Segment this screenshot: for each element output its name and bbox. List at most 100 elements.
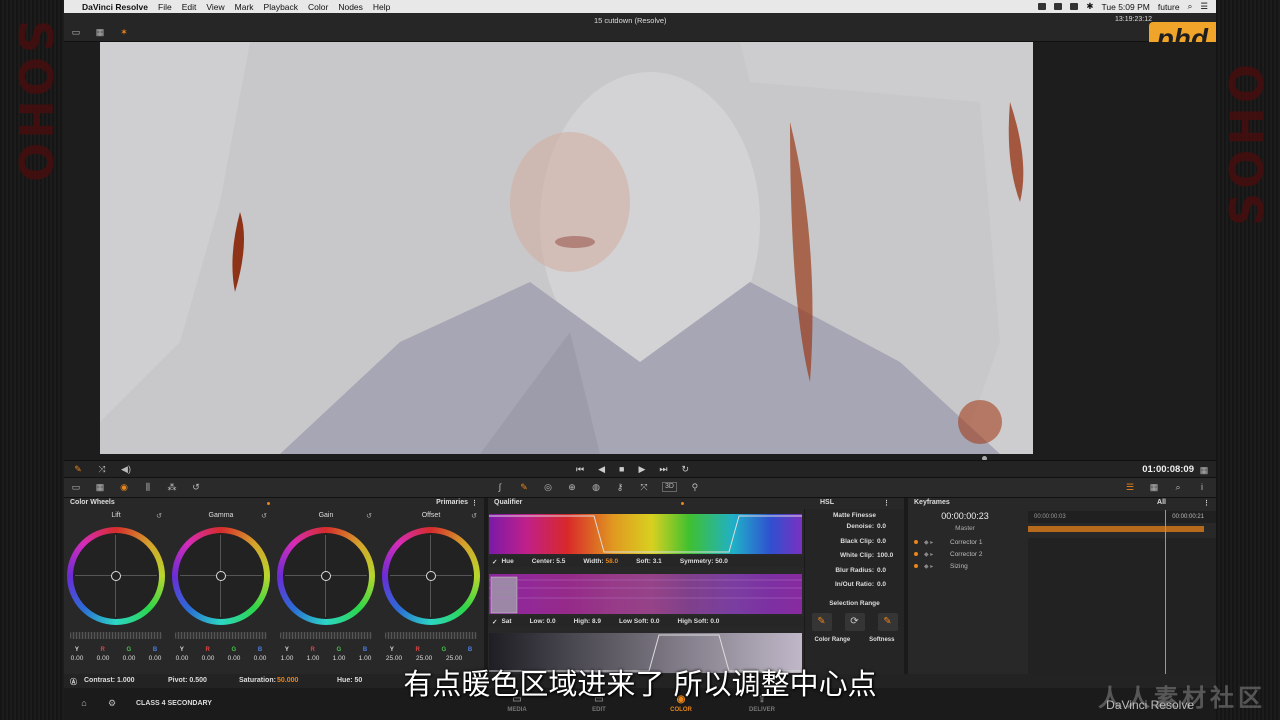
project-title[interactable]: 15 cutdown (Resolve): [594, 16, 667, 25]
row-value[interactable]: 100.0: [877, 552, 893, 559]
sat-low-soft[interactable]: Low Soft: 0.0: [619, 618, 659, 625]
options-icon[interactable]: ⋮: [471, 499, 478, 507]
magic-wand-icon[interactable]: ✶: [118, 27, 130, 37]
camera-raw-icon[interactable]: ▭: [70, 482, 82, 492]
status-icon[interactable]: [1054, 3, 1063, 10]
keyframe-ruler[interactable]: 00:00:00:03 00:00:00:21: [1028, 511, 1216, 523]
wheel-puck[interactable]: [426, 571, 436, 581]
curves-icon[interactable]: ∫: [494, 482, 506, 492]
3d-button[interactable]: 3D: [662, 482, 677, 492]
sat-high[interactable]: High: 8.9: [574, 618, 601, 625]
audio-icon[interactable]: ◀): [120, 464, 132, 474]
reset-icon[interactable]: ↺: [156, 512, 162, 520]
eyedropper-icon[interactable]: ✎: [811, 612, 832, 631]
gamma-wheel[interactable]: [172, 527, 270, 625]
wheel-puck[interactable]: [216, 571, 226, 581]
zoom-icon[interactable]: ⌕: [1172, 482, 1184, 492]
play-icon[interactable]: ▶: [638, 464, 645, 475]
stabilizer-icon[interactable]: ⚲: [689, 482, 701, 492]
hue-width-value[interactable]: 58.0: [606, 558, 619, 565]
black-clip-row[interactable]: Black Clip: 0.0: [805, 538, 904, 553]
motion-effects-icon[interactable]: ⁂: [166, 482, 178, 492]
offset-wheel[interactable]: [382, 527, 480, 625]
keyframe-row-corrector-2[interactable]: ◆ ▸ Corrector 2: [908, 549, 1022, 561]
add-eyedropper-icon[interactable]: ✎: [877, 612, 898, 631]
status-icon[interactable]: [1038, 3, 1047, 10]
blur-icon[interactable]: ◍: [590, 482, 602, 492]
battery-icon[interactable]: [1070, 3, 1079, 10]
picker-icon[interactable]: ✎: [72, 464, 84, 474]
clock[interactable]: Tue 5:09 PM: [1102, 2, 1150, 12]
options-icon[interactable]: ⋮: [883, 499, 890, 507]
info-icon[interactable]: i: [1196, 482, 1208, 492]
menu-color[interactable]: Color: [308, 2, 328, 12]
reset-selection-icon[interactable]: ⟳: [844, 612, 865, 631]
options-icon[interactable]: ⋮: [1203, 499, 1210, 507]
gallery-grid-icon[interactable]: ▦: [94, 27, 106, 37]
master-dial[interactable]: [70, 632, 162, 639]
master-keyframe-track[interactable]: [1028, 526, 1204, 532]
hue-soft[interactable]: Soft: 3.1: [636, 558, 662, 565]
in-out-ratio-row[interactable]: In/Out Ratio: 0.0: [805, 581, 904, 596]
sizing-icon[interactable]: ⤧: [638, 482, 650, 492]
notification-list-icon[interactable]: ☰: [1200, 1, 1208, 12]
shuffle-icon[interactable]: ⤨: [96, 464, 108, 474]
gain-wheel[interactable]: [277, 527, 375, 625]
menu-file[interactable]: File: [158, 2, 172, 12]
row-value[interactable]: 0.0: [877, 523, 886, 530]
keyframe-lines-icon[interactable]: ☰: [1124, 482, 1136, 492]
menu-view[interactable]: View: [206, 2, 224, 12]
menu-mark[interactable]: Mark: [235, 2, 254, 12]
stop-icon[interactable]: ■: [619, 464, 624, 475]
window-icon[interactable]: ◎: [542, 482, 554, 492]
hue-center[interactable]: Center: 5.5: [532, 558, 566, 565]
keyframe-filter-dropdown[interactable]: All: [1157, 499, 1166, 506]
sat-high-soft[interactable]: High Soft: 0.0: [678, 618, 720, 625]
lift-wheel[interactable]: [67, 527, 165, 625]
tracker-icon[interactable]: ⊕: [566, 482, 578, 492]
video-viewer[interactable]: [100, 42, 1033, 454]
keyframe-track-area[interactable]: [1028, 538, 1216, 674]
lock-icon[interactable]: ◆ ▸: [924, 563, 933, 570]
primaries-wheel-icon[interactable]: ◉: [118, 482, 130, 492]
color-match-icon[interactable]: ▦: [94, 482, 106, 492]
master-dial[interactable]: [175, 632, 267, 639]
play-reverse-icon[interactable]: ◀: [598, 464, 605, 475]
menu-playback[interactable]: Playback: [264, 2, 299, 12]
grid-view-icon[interactable]: ▦: [1148, 482, 1160, 492]
sat-qualifier-strip[interactable]: [489, 574, 802, 614]
reset-icon[interactable]: ↺: [261, 512, 267, 520]
user-menu[interactable]: future: [1158, 2, 1180, 12]
menu-edit[interactable]: Edit: [182, 2, 197, 12]
denoise-row[interactable]: Denoise: 0.0: [805, 523, 904, 538]
sat-low[interactable]: Low: 0.0: [530, 618, 556, 625]
hue-enable-checkbox[interactable]: ✓: [492, 558, 497, 566]
menu-nodes[interactable]: Nodes: [338, 2, 363, 12]
qualifier-eyedropper-icon[interactable]: ✎: [518, 482, 530, 492]
keyframe-row-corrector-1[interactable]: ◆ ▸ Corrector 1: [908, 537, 1022, 549]
keyframe-row-sizing[interactable]: ◆ ▸ Sizing: [908, 561, 1022, 573]
lock-icon[interactable]: ◆ ▸: [924, 539, 933, 546]
app-menu[interactable]: DaVinci Resolve: [82, 2, 148, 12]
master-dial[interactable]: [385, 632, 477, 639]
reset-icon[interactable]: ↺: [471, 512, 477, 520]
refresh-icon[interactable]: ↺: [190, 482, 202, 492]
lock-icon[interactable]: ◆ ▸: [924, 551, 933, 558]
white-clip-row[interactable]: White Clip: 100.0: [805, 552, 904, 567]
loop-icon[interactable]: ↻: [682, 464, 690, 475]
master-row[interactable]: Master: [908, 525, 1022, 537]
row-value[interactable]: 0.0: [877, 567, 886, 574]
blur-radius-row[interactable]: Blur Radius: 0.0: [805, 567, 904, 582]
menu-help[interactable]: Help: [373, 2, 390, 12]
row-value[interactable]: 0.0: [877, 581, 886, 588]
bluetooth-icon[interactable]: ✱: [1086, 1, 1093, 12]
viewer-mode-icon[interactable]: ▭: [70, 27, 82, 37]
hue-qualifier-strip[interactable]: [489, 514, 802, 554]
key-icon[interactable]: ⚷: [614, 482, 626, 492]
grid-icon[interactable]: ▦: [1198, 465, 1210, 475]
mode-dropdown[interactable]: Primaries: [436, 499, 468, 506]
rgb-mixer-icon[interactable]: ⫼: [142, 482, 154, 492]
go-to-start-icon[interactable]: ⏮: [576, 464, 584, 475]
wheel-puck[interactable]: [111, 571, 121, 581]
qualifier-mode-dropdown[interactable]: HSL: [820, 499, 834, 506]
